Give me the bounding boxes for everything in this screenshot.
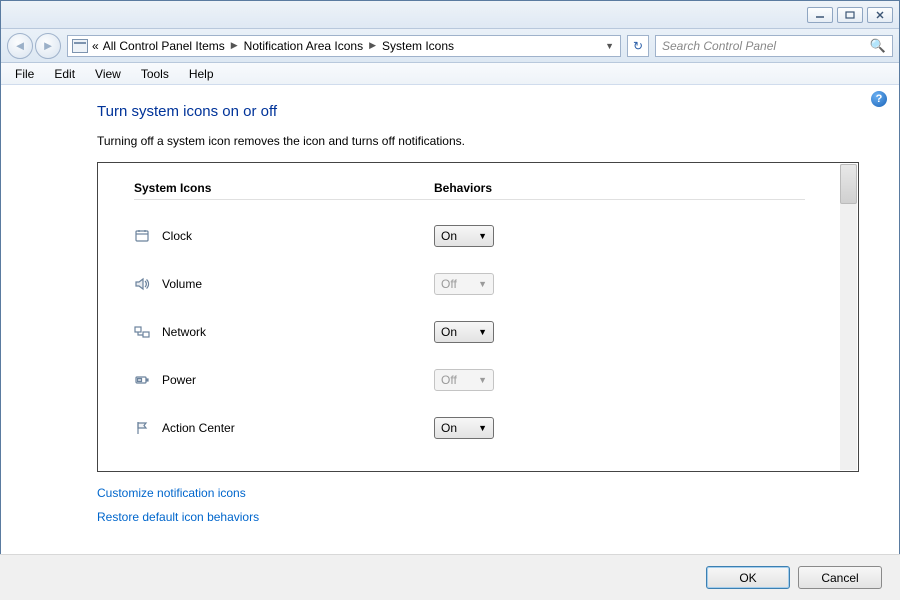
close-button[interactable] (867, 7, 893, 23)
chevron-down-icon: ▼ (478, 423, 487, 433)
setting-label: Volume (162, 277, 202, 291)
scrollbar-thumb[interactable] (840, 164, 857, 204)
setting-row: Clock On ▼ (134, 212, 805, 260)
behavior-dropdown: Off ▼ (434, 273, 494, 295)
dropdown-value: Off (441, 373, 457, 387)
setting-label: Action Center (162, 421, 235, 435)
link-customize-icons[interactable]: Customize notification icons (97, 486, 859, 500)
ok-button[interactable]: OK (706, 566, 790, 589)
search-placeholder: Search Control Panel (662, 39, 776, 53)
chevron-down-icon: ▼ (478, 231, 487, 241)
behavior-dropdown[interactable]: On ▼ (434, 225, 494, 247)
breadcrumb-item-1[interactable]: Notification Area Icons (244, 39, 363, 53)
control-panel-icon (72, 39, 88, 53)
setting-row: Action Center On ▼ (134, 404, 805, 452)
menu-edit[interactable]: Edit (44, 63, 85, 84)
maximize-button[interactable] (837, 7, 863, 23)
settings-panel: System Icons Behaviors Clock On ▼ Volume Off… (97, 162, 859, 472)
help-icon[interactable]: ? (871, 91, 887, 107)
breadcrumb-item-0[interactable]: All Control Panel Items (103, 39, 225, 53)
menu-file[interactable]: File (5, 63, 44, 84)
setting-row: Volume Off ▼ (134, 260, 805, 308)
breadcrumb-prefix: « (92, 39, 99, 53)
dropdown-value: Off (441, 277, 457, 291)
menu-tools[interactable]: Tools (131, 63, 179, 84)
page-description: Turning off a system icon removes the ic… (97, 134, 859, 148)
back-button[interactable]: ◄ (7, 33, 33, 59)
setting-row: Power Off ▼ (134, 356, 805, 404)
chevron-down-icon: ▼ (478, 375, 487, 385)
nav-row: ◄ ► « All Control Panel Items ▶ Notifica… (1, 29, 899, 63)
address-bar[interactable]: « All Control Panel Items ▶ Notification… (67, 35, 621, 57)
dropdown-value: On (441, 229, 457, 243)
behavior-dropdown[interactable]: On ▼ (434, 417, 494, 439)
setting-row: Network On ▼ (134, 308, 805, 356)
footer: OK Cancel (0, 554, 900, 600)
dropdown-value: On (441, 325, 457, 339)
behavior-dropdown[interactable]: On ▼ (434, 321, 494, 343)
breadcrumb-separator: ▶ (369, 40, 376, 51)
column-header-icons: System Icons (134, 181, 434, 195)
titlebar (1, 1, 899, 29)
chevron-down-icon: ▼ (478, 279, 487, 289)
volume-icon (134, 276, 150, 292)
cancel-button[interactable]: Cancel (798, 566, 882, 589)
network-icon (134, 324, 150, 340)
search-icon: 🔍 (870, 38, 886, 54)
column-header-behaviors: Behaviors (434, 181, 492, 195)
scrollbar[interactable] (840, 164, 857, 470)
address-dropdown[interactable]: ▼ (603, 41, 616, 51)
page-title: Turn system icons on or off (97, 103, 859, 120)
setting-label: Clock (162, 229, 192, 243)
forward-button[interactable]: ► (35, 33, 61, 59)
menu-view[interactable]: View (85, 63, 131, 84)
setting-label: Network (162, 325, 206, 339)
chevron-down-icon: ▼ (478, 327, 487, 337)
menu-bar: File Edit View Tools Help (1, 63, 899, 85)
refresh-button[interactable]: ↻ (627, 35, 649, 57)
minimize-button[interactable] (807, 7, 833, 23)
breadcrumb-separator: ▶ (231, 40, 238, 51)
link-restore-defaults[interactable]: Restore default icon behaviors (97, 510, 859, 524)
content-area: ? Turn system icons on or off Turning of… (1, 85, 899, 545)
clock-icon (134, 228, 150, 244)
breadcrumb-item-2[interactable]: System Icons (382, 39, 454, 53)
behavior-dropdown: Off ▼ (434, 369, 494, 391)
power-icon (134, 372, 150, 388)
search-input[interactable]: Search Control Panel 🔍 (655, 35, 893, 57)
dropdown-value: On (441, 421, 457, 435)
flag-icon (134, 420, 150, 436)
setting-label: Power (162, 373, 196, 387)
menu-help[interactable]: Help (179, 63, 224, 84)
